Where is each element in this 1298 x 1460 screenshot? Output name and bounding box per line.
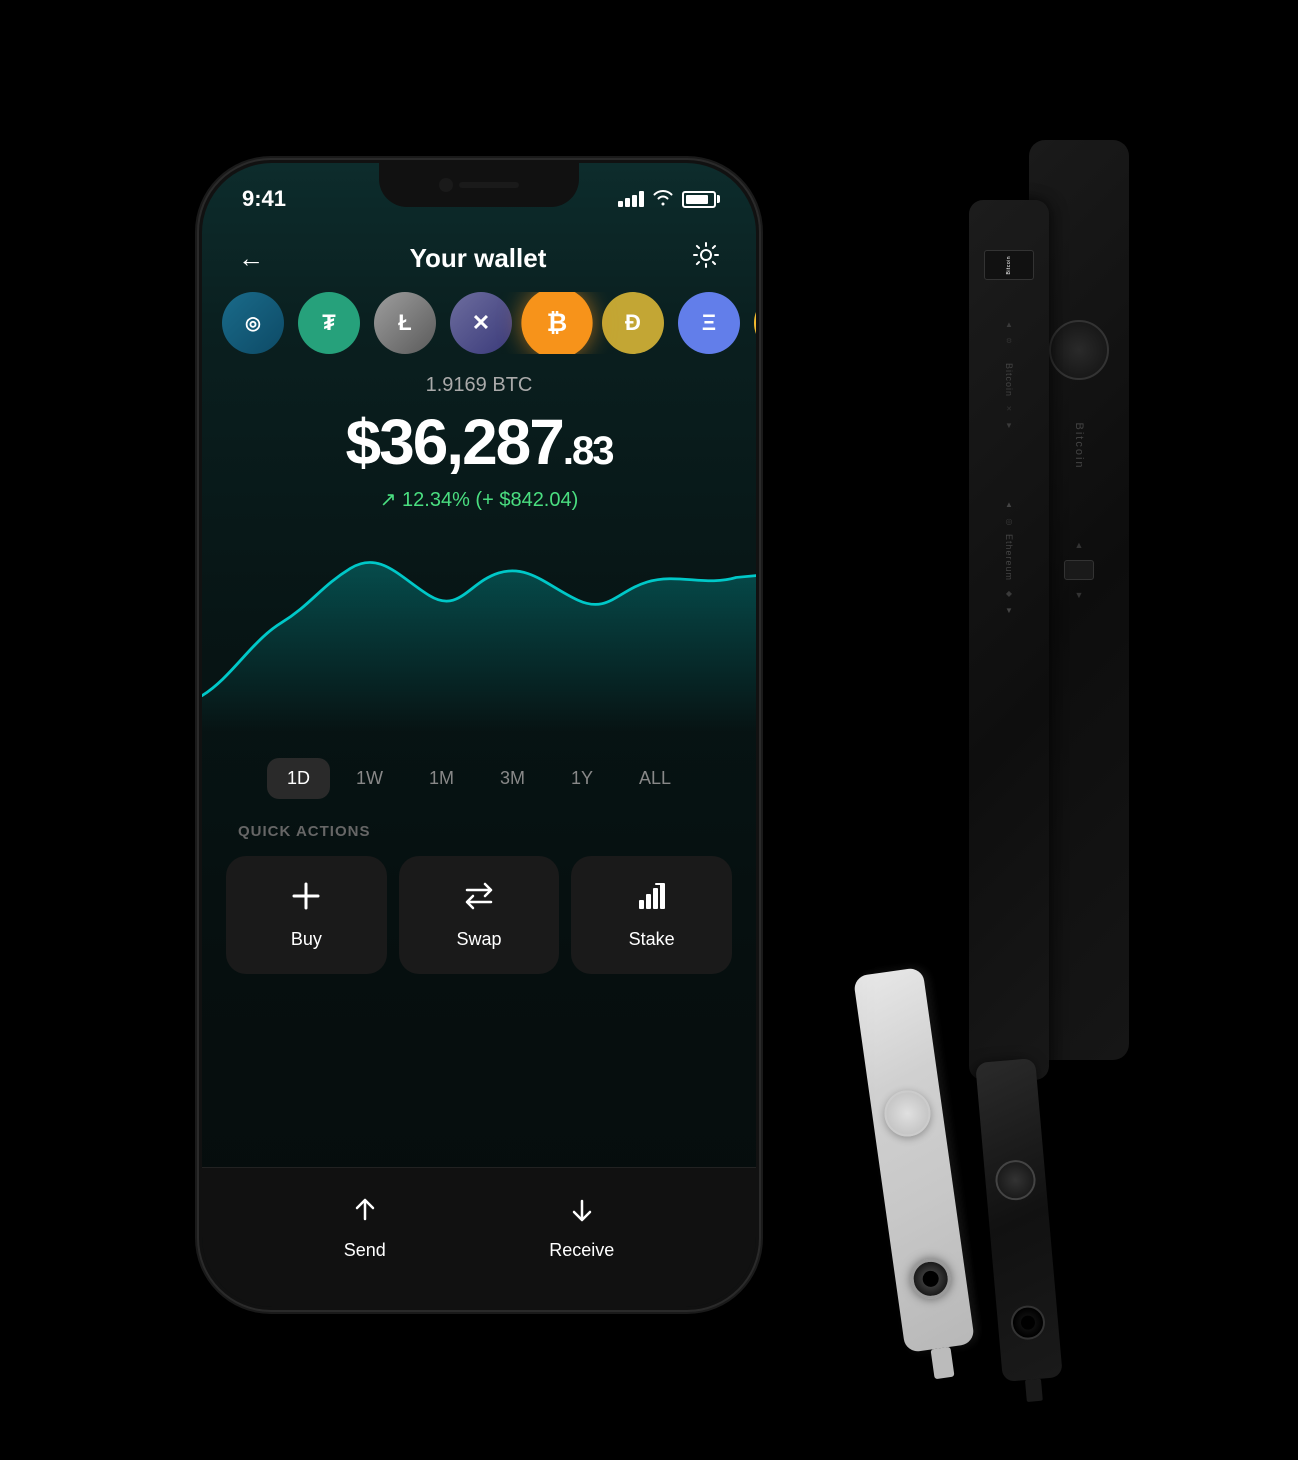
wallet-title: Your wallet — [410, 243, 547, 274]
balance-change: ↗ 12.34% (+ $842.04) — [222, 487, 736, 512]
send-label: Send — [344, 1240, 386, 1261]
swap-icon — [463, 880, 495, 919]
stake-button[interactable]: Stake — [571, 856, 732, 974]
chart-svg — [202, 532, 756, 732]
fiat-balance: $36,287.83 — [222, 405, 736, 479]
fiat-main: $36,287 — [346, 406, 563, 478]
ledger-white-button[interactable] — [881, 1087, 933, 1139]
battery-icon — [682, 191, 716, 208]
change-percent: ↗ 12.34% — [380, 489, 470, 511]
fiat-cents: .83 — [563, 429, 613, 473]
buy-button[interactable]: Buy — [226, 856, 387, 974]
ledger-nano-black — [975, 1058, 1063, 1382]
ledger-tall-front: Bitcoin ▲ ⚙ Bitcoin ✕ ▼ ▲ ◎ Ethereum ◆ ▼ — [969, 200, 1049, 1080]
stake-icon — [636, 880, 668, 919]
settings-button[interactable] — [692, 241, 720, 276]
coin-binance[interactable]: ◆ — [754, 292, 756, 354]
scene: 9:41 — [149, 80, 1149, 1380]
phone-device: 9:41 — [199, 160, 759, 1310]
ledger-black-button[interactable] — [994, 1158, 1037, 1201]
ledger-screen: Bitcoin — [984, 250, 1034, 280]
filter-3m[interactable]: 3M — [480, 758, 545, 799]
notch-camera — [439, 178, 453, 192]
filter-1y[interactable]: 1Y — [551, 758, 613, 799]
ledger-label-bitcoin: Bitcoin — [1073, 422, 1085, 469]
swap-button[interactable]: Swap — [399, 856, 560, 974]
phone-screen: 9:41 — [202, 163, 756, 1307]
wifi-icon — [652, 188, 674, 211]
status-time: 9:41 — [242, 186, 286, 212]
balance-section: 1.9169 BTC $36,287.83 ↗ 12.34% (+ $842.0… — [202, 374, 756, 522]
filter-all[interactable]: ALL — [619, 758, 691, 799]
coin-ethereum[interactable]: Ξ — [678, 292, 740, 354]
buy-label: Buy — [291, 929, 322, 950]
price-chart — [202, 522, 756, 742]
send-button[interactable]: Send — [344, 1195, 386, 1261]
crypto-amount: 1.9169 BTC — [222, 374, 736, 397]
ledger-black-usb — [1025, 1379, 1043, 1402]
signal-icon — [618, 191, 644, 207]
coin-unknown[interactable]: ◎ — [222, 292, 284, 354]
ledger-white-camera — [908, 1256, 953, 1301]
receive-icon — [567, 1195, 597, 1232]
bottom-navigation: Send Receive — [202, 1167, 756, 1307]
receive-label: Receive — [549, 1240, 614, 1261]
ledger-white-usb — [931, 1347, 955, 1379]
notch-speaker — [459, 182, 519, 188]
quick-actions-row: Buy Swap — [202, 856, 756, 994]
send-icon — [350, 1195, 380, 1232]
coin-dogecoin[interactable]: Ð — [602, 292, 664, 354]
change-amount: (+ $842.04) — [475, 489, 578, 511]
back-button[interactable]: ← — [238, 243, 264, 274]
coin-tether[interactable]: ₮ — [298, 292, 360, 354]
filter-1w[interactable]: 1W — [336, 758, 403, 799]
phone-notch — [379, 163, 579, 207]
coin-selector-row: ◎ ₮ Ł ✕ ₿ Ð Ξ ◆ — [202, 292, 756, 354]
phone-header: ← Your wallet — [202, 221, 756, 292]
coin-bitcoin[interactable]: ₿ — [521, 292, 592, 354]
stake-label: Stake — [629, 929, 675, 950]
ledger-back-button[interactable] — [1049, 320, 1109, 380]
ledger-black-camera — [1010, 1304, 1047, 1341]
receive-button[interactable]: Receive — [549, 1195, 614, 1261]
phone-content: ← Your wallet ◎ ₮ Ł ✕ ₿ — [202, 221, 756, 1307]
buy-icon — [290, 880, 322, 919]
filter-1m[interactable]: 1M — [409, 758, 474, 799]
coin-litecoin[interactable]: Ł — [374, 292, 436, 354]
quick-actions-label: QUICK ACTIONS — [202, 823, 756, 856]
coin-ripple[interactable]: ✕ — [450, 292, 512, 354]
ledger-screen-text: Bitcoin — [1006, 256, 1012, 275]
time-filter-row: 1D 1W 1M 3M 1Y ALL — [202, 742, 756, 823]
status-icons — [618, 188, 716, 211]
ledger-nano-white — [853, 967, 975, 1353]
swap-label: Swap — [456, 929, 501, 950]
filter-1d[interactable]: 1D — [267, 758, 330, 799]
